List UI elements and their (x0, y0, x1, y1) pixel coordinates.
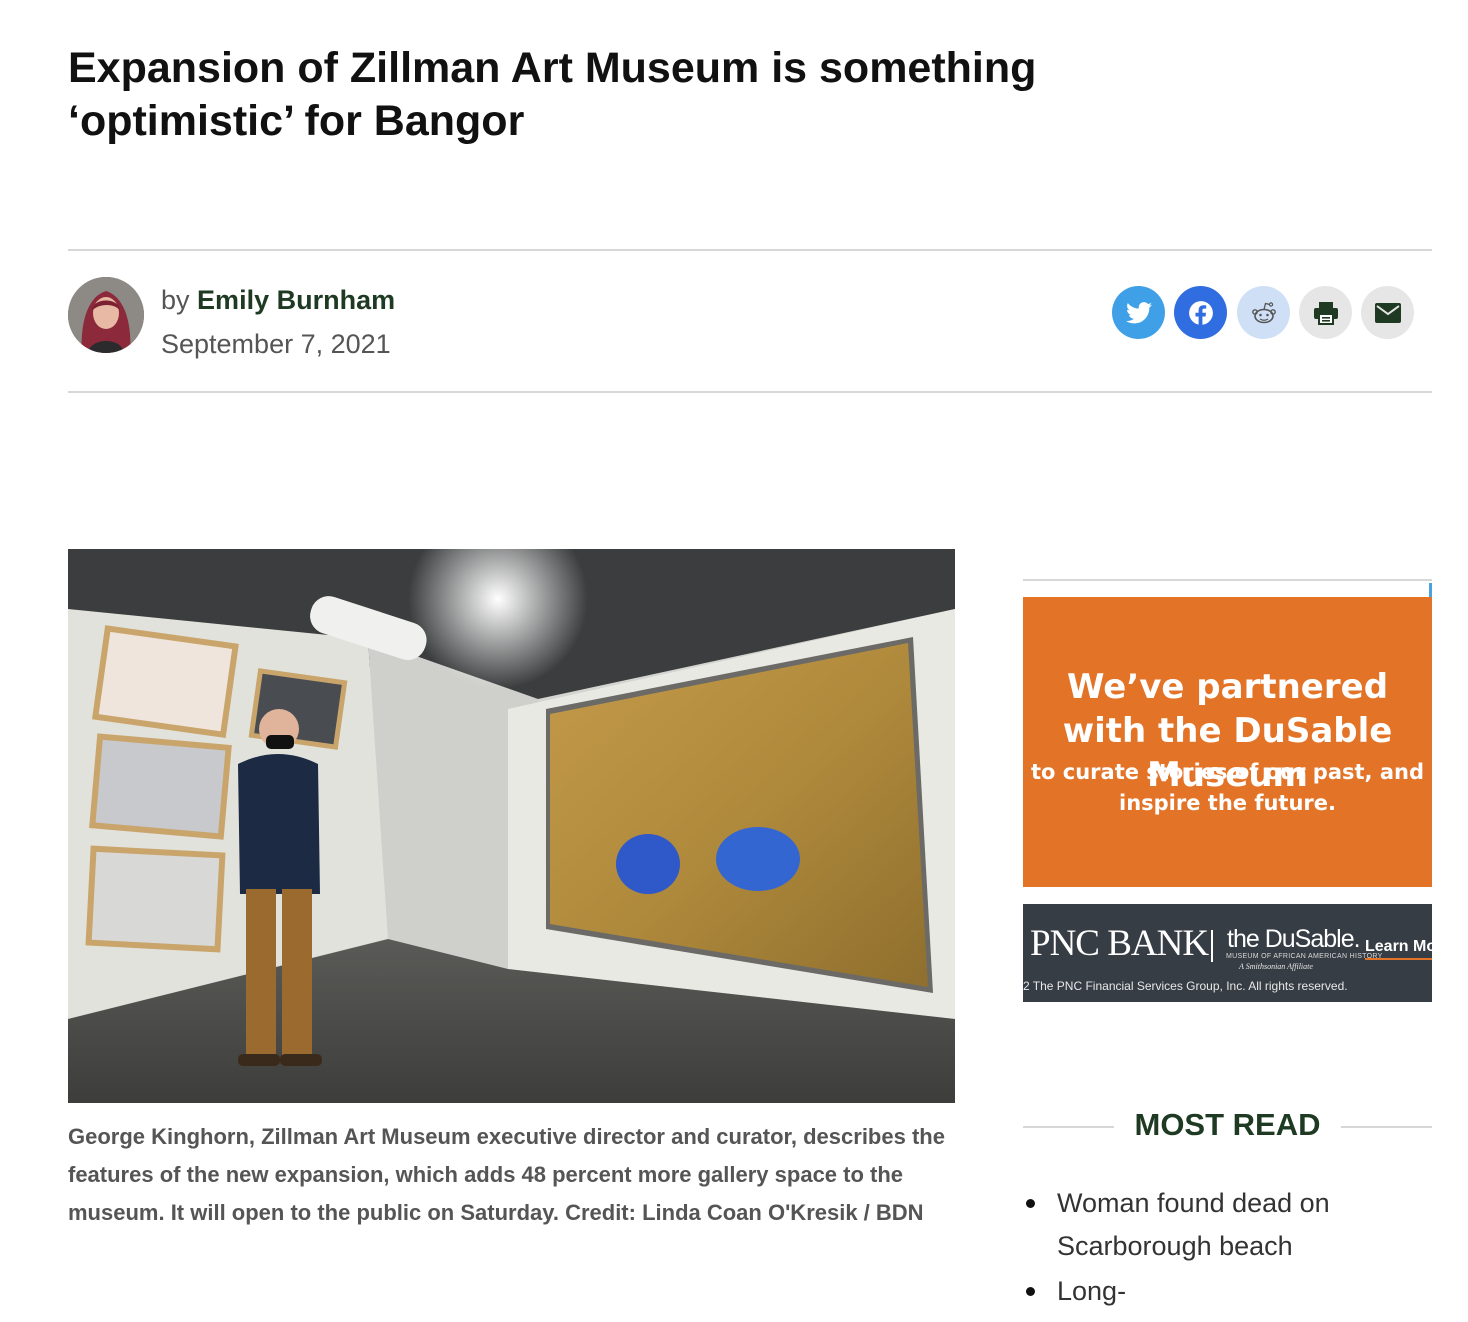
most-read-right-rule (1341, 1126, 1432, 1128)
most-read-item-2-line1: Long-hidde (1057, 1276, 1127, 1306)
email-icon (1374, 302, 1401, 323)
twitter-icon (1125, 301, 1152, 323)
most-read-heading: MOST READ (1134, 1107, 1321, 1142)
ad-learn-more-link[interactable]: Learn Mo (1365, 938, 1432, 960)
share-email-button[interactable] (1361, 286, 1414, 339)
facebook-icon (1188, 300, 1213, 326)
publish-date: September 7, 2021 (161, 329, 391, 359)
share-twitter-button[interactable] (1112, 286, 1165, 339)
author-link[interactable]: Emily Burnham (197, 285, 395, 315)
most-read-item-1-line2: Scarborough beach (1057, 1231, 1293, 1261)
advertisement-banner[interactable]: We’ve partnered with the DuSable Museum … (1023, 597, 1432, 887)
logo-divider (1211, 930, 1213, 962)
author-avatar[interactable] (68, 277, 144, 353)
list-bullet (1026, 1199, 1035, 1208)
most-read-item-2[interactable]: Long-hidde (1057, 1270, 1192, 1313)
byline-prefix: by (161, 285, 190, 315)
most-read-item-1-line1: Woman found dead on (1057, 1188, 1330, 1218)
dusable-tagline: MUSEUM OF AFRICAN AMERICAN HISTORY (1226, 953, 1383, 960)
article-photo[interactable] (68, 549, 955, 1103)
list-bullet (1026, 1287, 1035, 1296)
most-read-left-rule (1023, 1126, 1114, 1128)
byline-bottom-divider (68, 391, 1432, 393)
photo-caption: George Kinghorn, Zillman Art Museum exec… (68, 1124, 945, 1225)
most-read-item-1[interactable]: Woman found dead on Scarborough beach (1057, 1182, 1377, 1262)
byline: by Emily Burnham (161, 284, 395, 316)
print-icon (1313, 301, 1338, 325)
byline-top-divider (68, 249, 1432, 251)
ad-copyright: 2 The PNC Financial Services Group, Inc.… (1023, 979, 1348, 993)
advertisement-footer[interactable]: PNC BANK the DuSable. MUSEUM OF AFRICAN … (1023, 904, 1432, 1002)
dusable-logo: the DuSable. (1227, 925, 1361, 953)
article-headline: Expansion of Zillman Art Museum is somet… (68, 44, 1037, 145)
pnc-bank-logo: PNC BANK (1030, 923, 1209, 964)
dusable-affiliate: A Smithsonian Affiliate (1239, 962, 1313, 971)
share-facebook-button[interactable] (1174, 286, 1227, 339)
ad-top-divider (1023, 579, 1432, 581)
share-reddit-button[interactable] (1237, 286, 1290, 339)
ad-subline: to curate stories of our past, and inspi… (1031, 760, 1424, 815)
print-button[interactable] (1299, 286, 1352, 339)
reddit-icon (1251, 301, 1276, 323)
